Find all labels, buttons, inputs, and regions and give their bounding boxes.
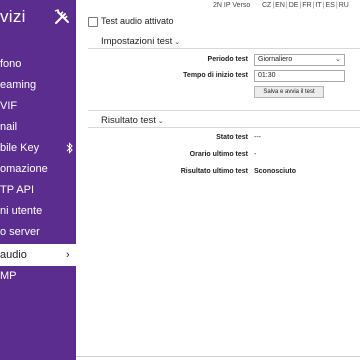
result-section-title[interactable]: Risultato test ⌄ <box>101 115 164 126</box>
last-result-value: Sconosciuto <box>254 168 297 175</box>
sidebar-item-label: audio <box>0 249 27 261</box>
sidebar-item-utente[interactable]: ni utente <box>0 200 76 222</box>
sidebar-item-mobile-key[interactable]: bile Key <box>0 137 76 159</box>
sidebar-item-server[interactable]: o server <box>0 221 76 243</box>
lang-de[interactable]: DE <box>289 2 299 9</box>
status-label: Stato test <box>216 134 248 141</box>
last-time-label: Orario ultimo test <box>189 151 248 158</box>
lang-cz[interactable]: CZ <box>262 2 271 9</box>
product-name: 2N IP Verso <box>213 2 251 9</box>
bottom-border <box>76 356 360 357</box>
tools-icon[interactable] <box>53 8 71 26</box>
sidebar-item-streaming[interactable]: eaming <box>0 74 76 96</box>
sidebar-item-email[interactable]: nail <box>0 116 76 138</box>
last-time-value: - <box>254 151 257 158</box>
period-label: Periodo test <box>207 56 248 63</box>
lang-en[interactable]: EN <box>275 2 285 9</box>
start-time-label: Tempo di inizio test <box>183 72 248 79</box>
sidebar-item-label: nail <box>0 121 18 133</box>
bluetooth-icon <box>66 142 73 154</box>
sidebar: vizi fono eaming VIF nail bile Key omazi… <box>0 0 76 360</box>
chevron-right-icon: › <box>66 249 70 261</box>
sidebar-item-label: eaming <box>0 79 37 91</box>
sidebar-title: vizi <box>0 7 26 26</box>
lang-fr[interactable]: FR <box>302 2 311 9</box>
sidebar-item-audio[interactable]: audio › <box>0 244 76 266</box>
test-audio-checkbox[interactable] <box>88 17 98 27</box>
start-time-input[interactable]: 01:30 <box>254 70 345 82</box>
period-select-value: Giornaliero <box>258 56 293 63</box>
divider <box>88 48 360 49</box>
chevron-down-icon: ⌄ <box>335 56 341 63</box>
sidebar-item-label: ni utente <box>0 205 43 217</box>
sidebar-item-label: bile Key <box>0 142 40 154</box>
divider <box>88 127 360 128</box>
sidebar-item-label: TP API <box>0 184 35 196</box>
sidebar-item-onvif[interactable]: VIF <box>0 95 76 117</box>
sidebar-item-automazione[interactable]: omazione <box>0 158 76 180</box>
divider <box>88 110 360 111</box>
language-selector: CZ|EN|DE|FR|IT|ES|RU <box>262 2 349 9</box>
status-value: --- <box>254 134 261 141</box>
lang-it[interactable]: IT <box>315 2 321 9</box>
last-result-label: Risultato ultimo test <box>180 168 248 175</box>
chevron-down-icon: ⌄ <box>157 118 164 125</box>
period-select[interactable]: Giornaliero ⌄ <box>254 54 345 66</box>
sidebar-item-snmp[interactable]: MP <box>0 265 76 287</box>
lang-es[interactable]: ES <box>326 2 335 9</box>
sidebar-item-label: MP <box>0 270 17 282</box>
sidebar-item-telefono[interactable]: fono <box>0 53 76 75</box>
settings-section-title[interactable]: Impostazioni test ⌄ <box>101 36 180 47</box>
sidebar-item-label: omazione <box>0 163 48 175</box>
test-audio-label: Test audio attivato <box>101 16 174 26</box>
sidebar-item-label: o server <box>0 226 40 238</box>
lang-ru[interactable]: RU <box>339 2 349 9</box>
sidebar-item-label: VIF <box>0 100 18 112</box>
save-and-start-button[interactable]: Salva e avvia il test <box>254 86 324 98</box>
sidebar-item-http-api[interactable]: TP API <box>0 179 76 201</box>
sidebar-item-label: fono <box>0 58 22 70</box>
chevron-down-icon: ⌄ <box>174 39 181 46</box>
